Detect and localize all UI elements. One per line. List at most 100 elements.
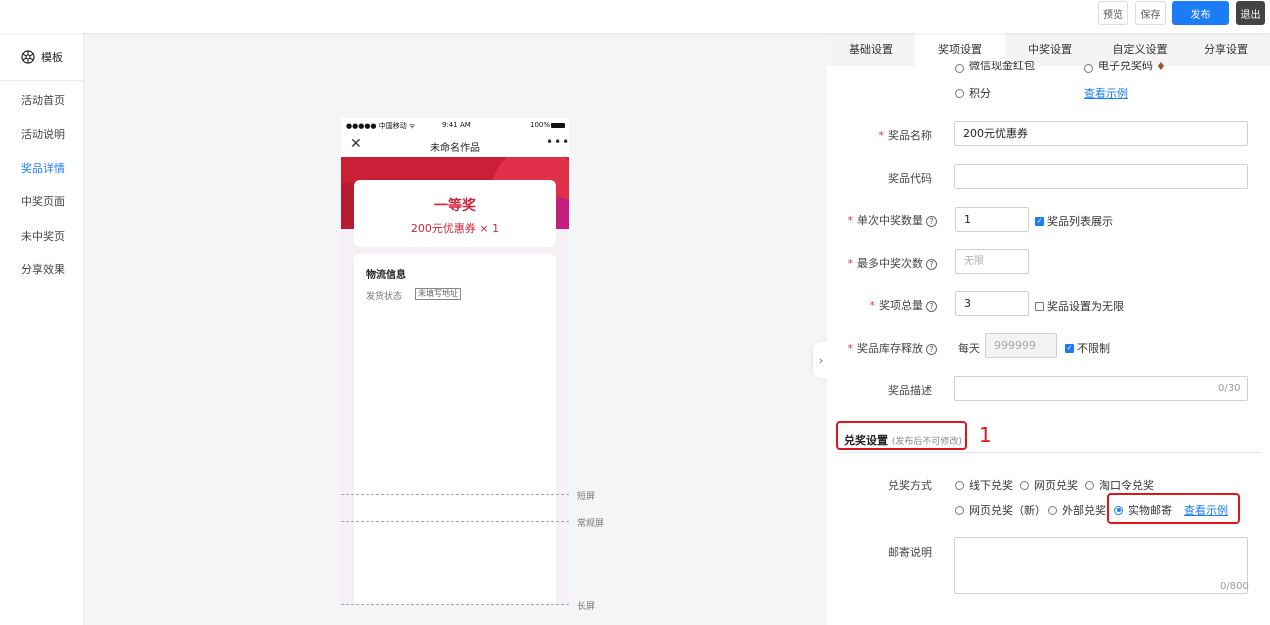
checkbox-label: 奖品设置为无限 <box>1047 300 1124 313</box>
stock-release-label: * 奖品库存释放? <box>837 340 937 356</box>
sidebar-item-win-page[interactable]: 中奖页面 <box>21 193 65 209</box>
gift-icon: ♦ <box>1156 61 1166 73</box>
mail-note-textarea[interactable] <box>954 537 1248 594</box>
checkbox-box: ✓ <box>1035 216 1044 226</box>
carrier-text: ●●●●● 中国移动 ᯤ <box>346 122 416 130</box>
normal-screen-line <box>341 521 569 522</box>
option-label: 淘口令兑奖 <box>1099 479 1154 492</box>
left-sidebar: 模板 活动首页 活动说明 奖品详情 中奖页面 未中奖页 分享效果 <box>0 33 84 625</box>
shipping-status-badge: 未填写地址 <box>415 288 461 300</box>
radio-dot <box>1020 480 1029 490</box>
battery-icon <box>551 123 565 128</box>
label-text: 单次中奖数量 <box>857 214 923 227</box>
sidebar-item-share[interactable]: 分享效果 <box>21 261 65 277</box>
battery-text: 100% <box>530 121 551 129</box>
prize-desc-label: 奖品描述 <box>888 384 932 397</box>
prize-line: 200元优惠券 × 1 <box>410 222 500 235</box>
stock-release-input[interactable]: 999999 <box>985 333 1057 358</box>
label-text: 奖项总量 <box>879 299 923 312</box>
sidebar-item-lose-page[interactable]: 未中奖页 <box>21 228 65 244</box>
settings-panel: 基础设置 奖项设置 中奖设置 自定义设置 分享设置 微信现金红包 电子兑奖码 ♦ … <box>827 33 1270 625</box>
radio-dot <box>1085 480 1094 490</box>
radio-dot <box>955 88 964 98</box>
time-text: 9:41 AM <box>442 121 471 129</box>
max-win-input[interactable]: 无限 <box>955 249 1029 274</box>
prize-code-input[interactable] <box>954 164 1248 189</box>
prize-name-label: * 奖品名称 <box>878 129 933 142</box>
work-title: 未命名作品 <box>430 143 480 154</box>
radio-web-new[interactable]: 网页兑奖（新） <box>955 502 1046 518</box>
exit-button[interactable]: 退出 <box>1236 1 1265 25</box>
option-label: 电子兑奖码 <box>1098 61 1153 72</box>
radio-dot <box>955 505 964 515</box>
help-icon[interactable]: ? <box>926 259 937 270</box>
prize-level: 一等奖 <box>434 198 476 214</box>
view-example-link[interactable]: 查看示例 <box>1084 85 1128 101</box>
annotation-box-1 <box>836 421 967 450</box>
radio-offline[interactable]: 线下兑奖 <box>955 477 1013 493</box>
radio-dot <box>1084 64 1093 73</box>
section-divider <box>835 452 1261 453</box>
label-text: 最多中奖次数 <box>857 257 923 270</box>
option-label: 网页兑奖 <box>1034 479 1078 492</box>
prize-card: 一等奖 200元优惠券 × 1 <box>354 180 556 247</box>
long-screen-label: 长屏 <box>577 602 596 612</box>
sidebar-item-home[interactable]: 活动首页 <box>21 92 65 108</box>
prize-name-input[interactable]: 200元优惠券 <box>954 121 1248 146</box>
no-limit-checkbox[interactable]: ✓ 不限制 <box>1065 340 1110 356</box>
desc-counter: 0/30 <box>1218 383 1241 394</box>
label-text: 奖品库存释放 <box>857 342 923 355</box>
radio-wechat-redpack[interactable]: 微信现金红包 <box>955 61 1035 73</box>
sidebar-item-prize-detail[interactable]: 奖品详情 <box>21 160 65 176</box>
redeem-method-label: 兑奖方式 <box>888 479 932 492</box>
total-label: * 奖项总量? <box>837 297 937 313</box>
option-label: 积分 <box>969 87 991 100</box>
tab-share[interactable]: 分享设置 <box>1182 33 1270 66</box>
publish-button[interactable]: 发布 <box>1172 1 1229 25</box>
help-icon[interactable]: ? <box>926 301 937 312</box>
radio-points[interactable]: 积分 <box>955 85 991 101</box>
prize-code-label: 奖品代码 <box>888 172 932 185</box>
short-screen-label: 短屏 <box>577 492 596 502</box>
annotation-number-1: 1 <box>979 423 992 447</box>
help-icon[interactable]: ? <box>926 344 937 355</box>
phone-nav-bar: ✕ 未命名作品 ••• <box>341 134 569 157</box>
template-label: 模板 <box>41 50 63 64</box>
long-screen-line <box>341 604 569 605</box>
checkbox-box: ✓ <box>1065 343 1074 353</box>
checkbox-label: 奖品列表展示 <box>1047 215 1113 228</box>
radio-web[interactable]: 网页兑奖 <box>1020 477 1078 493</box>
phone-preview: ●●●●● 中国移动 ᯤ 9:41 AM 100% ✕ 未命名作品 ••• 一等… <box>341 118 569 605</box>
settings-tabs: 基础设置 奖项设置 中奖设置 自定义设置 分享设置 <box>827 33 1270 66</box>
preview-button[interactable]: 预览 <box>1098 1 1128 25</box>
checkbox-label: 不限制 <box>1077 342 1110 355</box>
unlimited-prize-checkbox[interactable]: 奖品设置为无限 <box>1035 298 1124 314</box>
option-label: 线下兑奖 <box>969 479 1013 492</box>
radio-external[interactable]: 外部兑奖 <box>1048 502 1106 518</box>
logistics-title: 物流信息 <box>366 270 406 281</box>
radio-taobao-code[interactable]: 淘口令兑奖 <box>1085 477 1154 493</box>
tab-basic[interactable]: 基础设置 <box>827 33 915 66</box>
radio-dot <box>955 480 964 490</box>
prize-desc-input[interactable] <box>954 376 1248 401</box>
sidebar-item-description[interactable]: 活动说明 <box>21 126 65 142</box>
radio-dot <box>955 64 964 73</box>
chevron-right-icon: › <box>818 353 824 367</box>
label-text: 奖品名称 <box>888 129 932 142</box>
option-label: 网页兑奖（新） <box>969 504 1046 517</box>
more-icon[interactable]: ••• <box>546 135 569 149</box>
radio-e-code[interactable]: 电子兑奖码 ♦ <box>1084 61 1166 73</box>
save-button[interactable]: 保存 <box>1135 1 1166 25</box>
annotation-box-2 <box>1107 493 1240 524</box>
show-in-list-checkbox[interactable]: ✓ 奖品列表展示 <box>1035 213 1113 229</box>
template-header[interactable]: 模板 <box>0 33 84 81</box>
logistics-card: 物流信息 发货状态 未填写地址 <box>354 254 556 605</box>
mail-counter: 0/800 <box>1220 581 1249 592</box>
normal-screen-label: 常规屏 <box>577 519 605 529</box>
top-toolbar: 预览 保存 发布 退出 <box>0 0 1270 33</box>
help-icon[interactable]: ? <box>926 216 937 227</box>
total-input[interactable]: 3 <box>955 291 1029 316</box>
aperture-icon <box>21 49 35 64</box>
per-win-input[interactable]: 1 <box>955 207 1029 232</box>
checkbox-box <box>1035 301 1044 311</box>
